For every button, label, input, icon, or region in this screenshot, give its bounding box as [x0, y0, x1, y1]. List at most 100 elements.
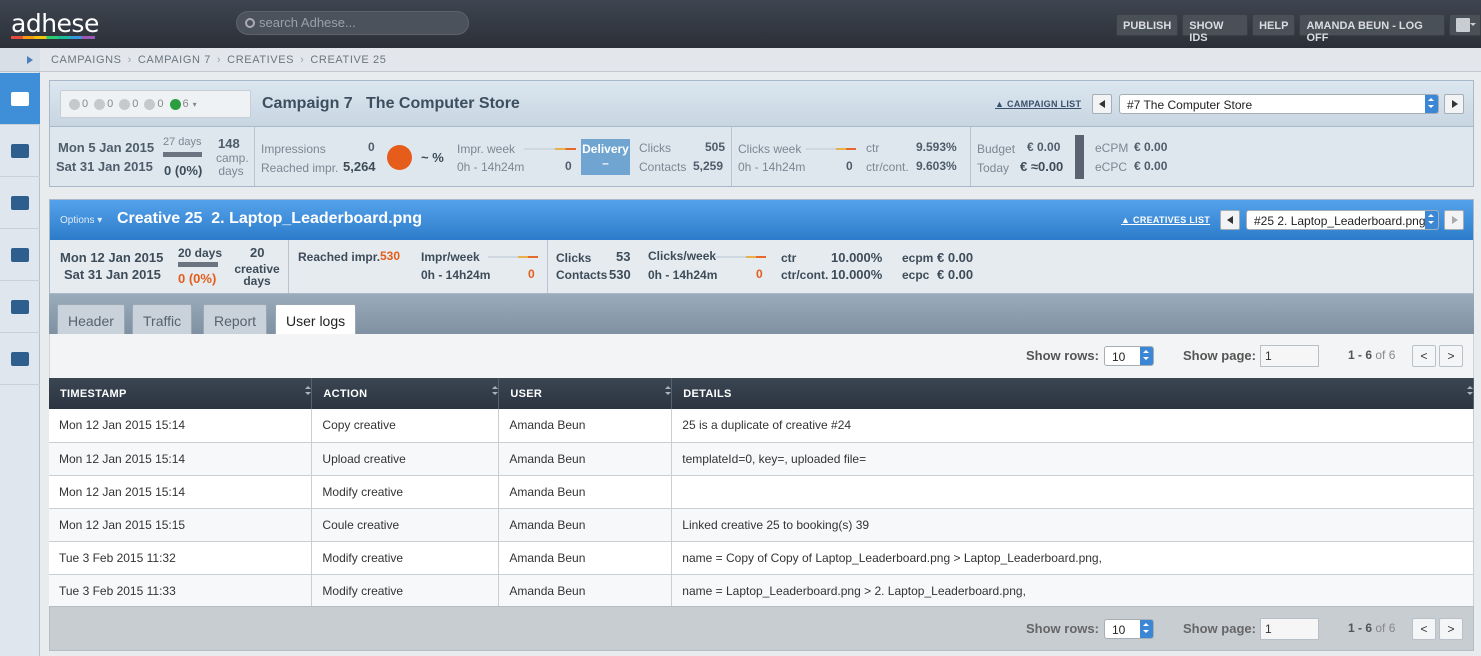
next-page-button[interactable]: > — [1439, 345, 1463, 367]
table-row[interactable]: Mon 12 Jan 2015 15:14 Copy creative Amanda… — [49, 409, 1474, 443]
creative-select[interactable]: #25 2. Laptop_Leaderboard.png — [1246, 210, 1439, 230]
status-count: 0 — [82, 98, 89, 110]
clicks-week-sparkline — [806, 148, 856, 150]
delivery-badge: Delivery – — [581, 139, 630, 175]
action-cell: Copy creative — [311, 409, 500, 443]
delivery-label: Delivery — [582, 142, 629, 156]
sidebar-item-campaigns[interactable] — [0, 73, 40, 125]
status-count: 6 — [182, 98, 189, 110]
grid-footer-toolbar: Show rows: 10 Show page: 1 1 - 6 of 6 < … — [49, 606, 1474, 651]
sidebar-item-delivery[interactable] — [0, 125, 40, 177]
page-range: 1 - 6 of 6 — [1348, 348, 1395, 362]
user-cell: Amanda Beun — [498, 574, 673, 608]
tab-header[interactable]: Header — [57, 304, 125, 334]
campaign-days-done: 0 (0%) — [164, 163, 203, 178]
tab-user-logs[interactable]: User logs — [275, 304, 357, 335]
table-row[interactable]: Tue 3 Feb 2015 11:32 Modify creative Amand… — [49, 541, 1474, 575]
table-row[interactable]: Mon 12 Jan 2015 15:14 Upload creative Aman… — [49, 442, 1474, 476]
campaign-start-date: Mon 5 Jan 2015 — [58, 140, 155, 155]
timestamp-cell: Mon 12 Jan 2015 15:15 — [49, 508, 313, 542]
ctr-cont-value: 9.603% — [916, 159, 957, 173]
avatar-icon — [1456, 18, 1471, 32]
sidebar-item-settings[interactable] — [0, 333, 40, 385]
chevron-down-icon — [1469, 23, 1476, 29]
budget-bar — [1075, 135, 1084, 179]
rows-select-value: 10 — [1112, 623, 1126, 637]
grid-toolbar: Show rows: 10 Show page: 1 1 - 6 of 6 < … — [49, 334, 1474, 378]
creative-label: Creative 25 — [117, 210, 203, 227]
user-menu-button[interactable] — [1449, 14, 1481, 36]
page-input[interactable]: 1 — [1260, 618, 1319, 640]
up-arrow-icon: ▲ — [995, 99, 1008, 109]
publish-button[interactable]: PUBLISH — [1116, 14, 1179, 36]
rows-select[interactable]: 10 — [1104, 346, 1154, 366]
budget-label: Budget — [977, 142, 1016, 156]
campaign-select[interactable]: #7 The Computer Store — [1119, 94, 1439, 114]
search-input[interactable]: search Adhese... — [236, 11, 469, 35]
creative-contacts-label: Contacts — [556, 268, 608, 282]
arrow-left-icon — [1095, 100, 1105, 108]
sidebar-toggle[interactable] — [0, 48, 40, 72]
timestamp-cell: Tue 3 Feb 2015 11:32 — [49, 541, 313, 575]
previous-campaign-button[interactable] — [1092, 94, 1112, 114]
search-icon — [245, 18, 255, 28]
creative-ctr-value: 10.000% — [831, 250, 883, 265]
prev-page-button[interactable]: < — [1412, 618, 1436, 640]
sidebar-item-tools[interactable] — [0, 229, 40, 281]
campaign-list-link[interactable]: ▲ CAMPAIGN LIST — [995, 99, 1081, 109]
wrench-icon — [11, 351, 29, 366]
show-rows-label: Show rows: — [1026, 621, 1099, 636]
options-dropdown[interactable]: Options ▾ — [60, 215, 102, 226]
car-icon — [11, 195, 29, 210]
creative-select-value: #25 2. Laptop_Leaderboard.png — [1254, 214, 1426, 228]
help-button[interactable]: HELP — [1252, 14, 1296, 36]
sidebar-item-car[interactable] — [0, 177, 40, 229]
column-header-details[interactable]: DETAILS — [671, 378, 1474, 409]
status-count: 0 — [157, 98, 164, 110]
tab-bar: Header Traffic Report User logs — [49, 294, 1474, 335]
next-page-button[interactable]: > — [1439, 618, 1463, 640]
sidebar-item-calendar[interactable] — [0, 281, 40, 333]
status-count: 0 — [132, 98, 139, 110]
chevron-down-icon: ▾ — [97, 215, 103, 226]
impr-week-sparkline — [524, 148, 576, 150]
column-header-timestamp[interactable]: TIMESTAMP — [49, 378, 313, 409]
column-header-action[interactable]: ACTION — [311, 378, 500, 409]
creative-impr-week-time: 0h - 14h24m — [421, 268, 491, 282]
creative-ecpc-label: ecpc — [902, 268, 930, 282]
breadcrumb-campaign[interactable]: CAMPAIGN 7 — [138, 54, 211, 66]
delivery-indicator-icon — [387, 145, 412, 170]
action-cell: Coule creative — [311, 508, 500, 542]
logo-color-bar — [11, 36, 95, 39]
tab-traffic[interactable]: Traffic — [132, 304, 193, 334]
next-creative-button[interactable] — [1444, 210, 1464, 230]
page-input[interactable]: 1 — [1260, 345, 1319, 367]
table-row[interactable]: Mon 12 Jan 2015 15:15 Coule creative Amand… — [49, 508, 1474, 542]
details-cell: name = Copy of Copy of Laptop_Leaderboar… — [671, 541, 1474, 575]
prev-page-button[interactable]: < — [1412, 345, 1436, 367]
adhese-logo[interactable]: adhese — [11, 9, 99, 38]
user-logoff-button[interactable]: AMANDA BEUN - LOG OFF — [1299, 14, 1446, 44]
previous-creative-button[interactable] — [1220, 210, 1240, 230]
breadcrumb-campaigns[interactable]: CAMPAIGNS — [51, 54, 122, 66]
details-cell: templateId=0, key=, uploaded file= — [671, 442, 1474, 476]
next-campaign-button[interactable] — [1444, 94, 1464, 114]
sidebar — [0, 48, 40, 656]
breadcrumb-creatives[interactable]: CREATIVES — [227, 54, 294, 66]
column-header-user[interactable]: USER — [498, 378, 673, 409]
creative-reached-value: 530 — [380, 249, 401, 263]
rows-select[interactable]: 10 — [1104, 619, 1154, 639]
breadcrumb-separator: › — [216, 53, 222, 66]
clicks-label: Clicks — [639, 141, 671, 155]
ctr-value: 9.593% — [916, 140, 957, 154]
creative-stats: Mon 12 Jan 2015 Sat 31 Jan 2015 20 days … — [50, 240, 1473, 293]
budget-value: € 0.00 — [1027, 140, 1061, 154]
timestamp-cell: Mon 12 Jan 2015 15:14 — [49, 409, 313, 443]
table-row[interactable]: Tue 3 Feb 2015 11:33 Modify creative Amand… — [49, 574, 1474, 608]
impr-week-label: Impr. week — [457, 142, 516, 156]
status-summary[interactable]: 0 0 0 0 6 ▾ — [60, 90, 251, 118]
tab-report[interactable]: Report — [203, 304, 268, 334]
table-row[interactable]: Mon 12 Jan 2015 15:14 Modify creative Aman… — [49, 475, 1474, 509]
show-ids-button[interactable]: SHOW IDS — [1182, 14, 1249, 44]
creatives-list-link[interactable]: ▲ CREATIVES LIST — [1121, 215, 1210, 225]
